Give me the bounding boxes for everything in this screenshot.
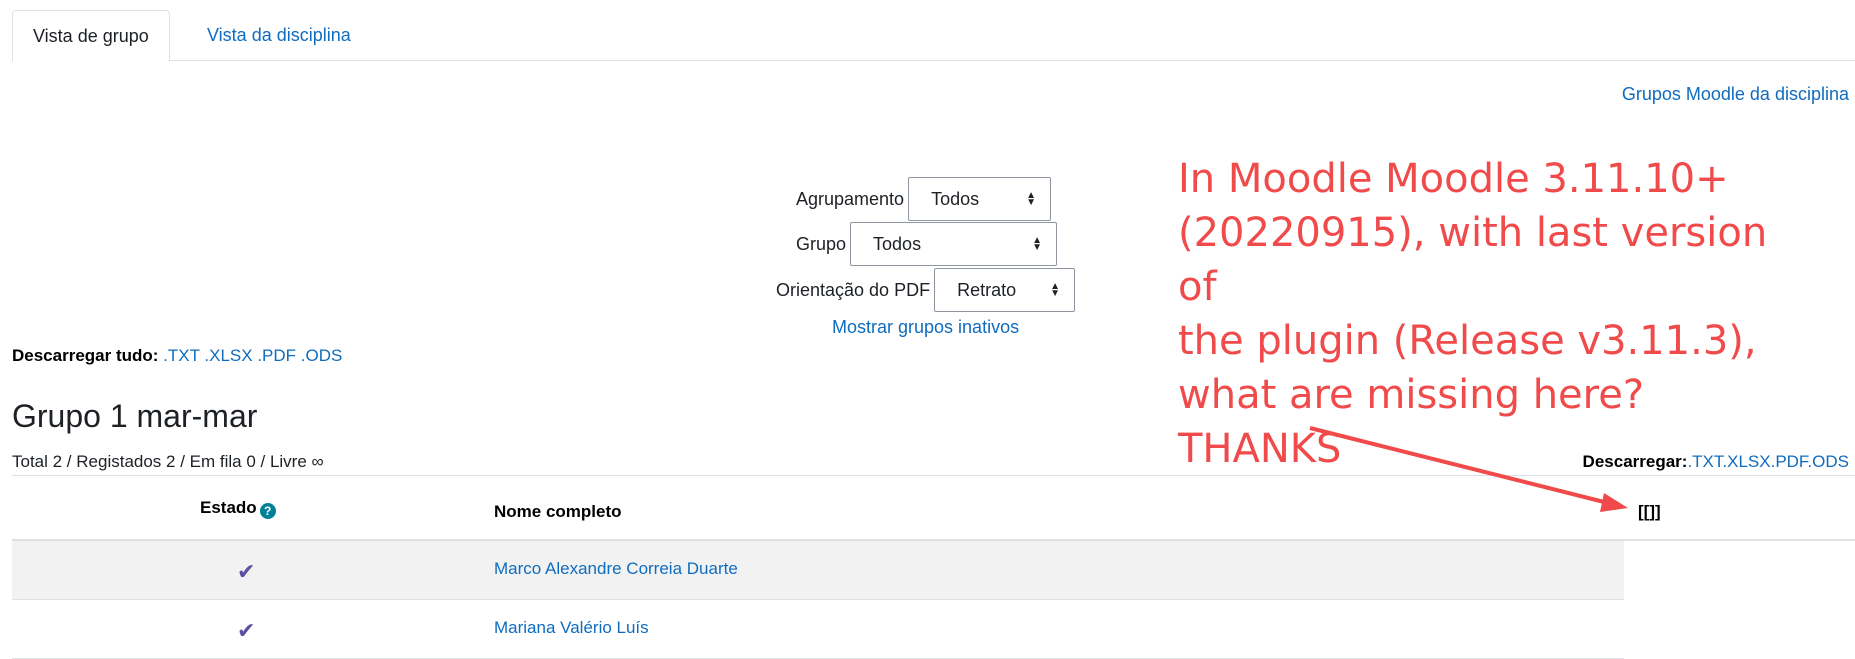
group-select[interactable]: Todos ▲ ▼ bbox=[850, 222, 1058, 266]
select-caret-icon: ▲ ▼ bbox=[1050, 281, 1061, 299]
group-stats: Total 2 / Registados 2 / Em fila 0 / Liv… bbox=[12, 452, 324, 471]
grouping-select[interactable]: Todos ▲ ▼ bbox=[908, 177, 1052, 221]
download-all-formats[interactable]: .TXT .XLSX .PDF .ODS bbox=[163, 346, 342, 365]
show-inactive-groups-link[interactable]: Mostrar grupos inativos bbox=[832, 317, 1019, 338]
table-header: Estado? Nome completo [[]] bbox=[12, 475, 1855, 541]
annotation-line: THANKS bbox=[1178, 426, 1342, 472]
pdf-orientation-row: Orientação do PDF Retrato ▲ ▼ bbox=[776, 268, 1076, 312]
download-all-label: Descarregar tudo: bbox=[12, 346, 159, 365]
annotation-note: In Moodle Moodle 3.11.10+ (20220915), wi… bbox=[1178, 152, 1818, 476]
grouping-row: Agrupamento Todos ▲ ▼ bbox=[796, 177, 1052, 221]
table-row: ✔ Mariana Valério Luís bbox=[12, 600, 1624, 659]
annotation-line: what are missing here? bbox=[1178, 372, 1645, 418]
status-header-label: Estado bbox=[200, 498, 257, 517]
moodle-groups-link[interactable]: Grupos Moodle da disciplina bbox=[1622, 84, 1849, 105]
annotation-line: In Moodle Moodle 3.11.10+ bbox=[1178, 156, 1729, 202]
grouping-label: Agrupamento bbox=[796, 188, 905, 209]
check-icon: ✔ bbox=[237, 559, 256, 584]
tab-course-view[interactable]: Vista da disciplina bbox=[187, 10, 371, 60]
grouping-value: Todos bbox=[931, 188, 980, 209]
members-table: Estado? Nome completo [[]] ✔ Marco Alexa… bbox=[12, 475, 1855, 659]
question-circle-icon[interactable]: ? bbox=[259, 502, 276, 519]
annotation-line: (20220915), with last version of bbox=[1178, 210, 1768, 310]
tab-group-view[interactable]: Vista de grupo bbox=[12, 10, 170, 62]
pdf-orientation-value: Retrato bbox=[957, 279, 1017, 300]
status-header: Estado? bbox=[200, 498, 276, 519]
tab-bar: Vista de grupo Vista da disciplina bbox=[12, 10, 1855, 62]
select-caret-icon: ▲ ▼ bbox=[1026, 190, 1037, 208]
check-icon: ✔ bbox=[237, 618, 256, 643]
pdf-orientation-label: Orientação do PDF bbox=[776, 279, 931, 300]
member-name-link[interactable]: Marco Alexandre Correia Duarte bbox=[494, 559, 738, 579]
pdf-orientation-select[interactable]: Retrato ▲ ▼ bbox=[934, 268, 1076, 312]
select-caret-icon: ▲ ▼ bbox=[1032, 235, 1043, 253]
group-value: Todos bbox=[873, 233, 922, 254]
download-all: Descarregar tudo: .TXT .XLSX .PDF .ODS bbox=[12, 346, 342, 366]
group-title: Grupo 1 mar-mar bbox=[12, 398, 258, 434]
fullname-header[interactable]: Nome completo bbox=[494, 502, 622, 522]
group-row: Grupo Todos ▲ ▼ bbox=[796, 222, 1058, 266]
table-row: ✔ Marco Alexandre Correia Duarte bbox=[12, 541, 1624, 600]
group-label: Grupo bbox=[796, 233, 847, 254]
member-name-link[interactable]: Mariana Valério Luís bbox=[494, 618, 649, 638]
annotation-line: the plugin (Release v3.11.3), bbox=[1178, 318, 1757, 364]
extra-column-header: [[]] bbox=[1638, 502, 1661, 521]
